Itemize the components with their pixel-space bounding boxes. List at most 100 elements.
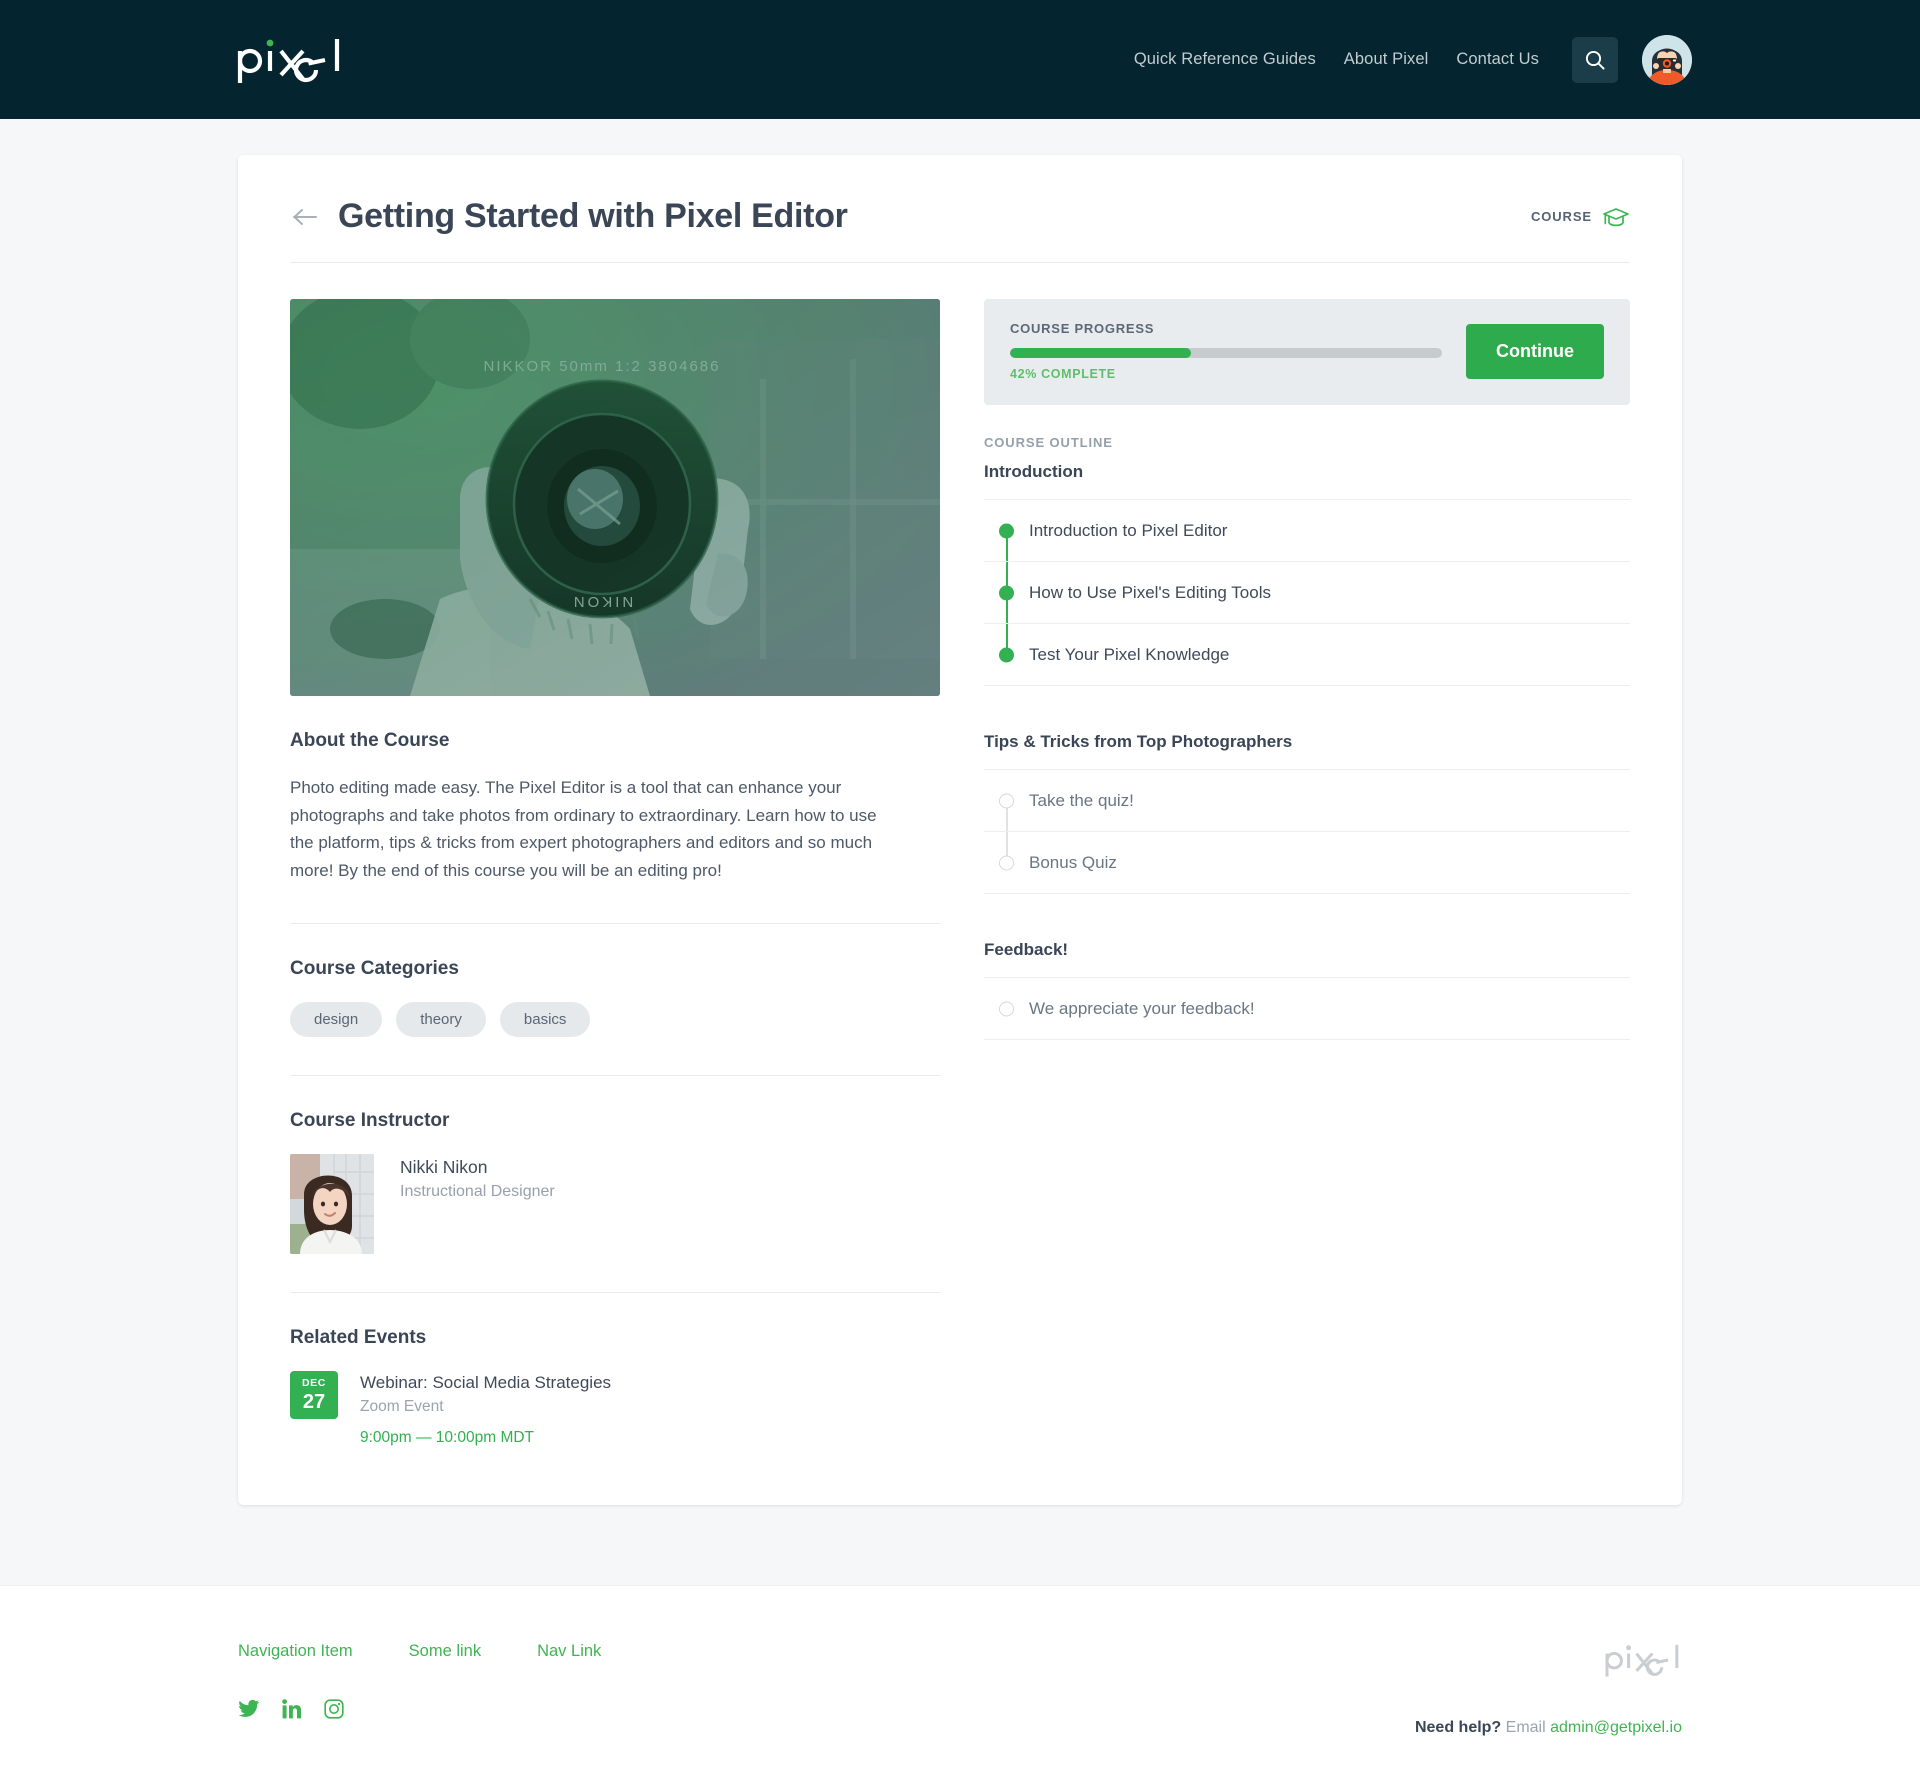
event-time: 9:00pm — 10:00pm MDT xyxy=(360,1428,535,1446)
about-body: Photo editing made easy. The Pixel Edito… xyxy=(290,778,877,881)
left-column: NIKKOR 50mm 1:2 3804686 NIKON xyxy=(290,299,940,1447)
outline-group: Tips & Tricks from Top Photographers Tak… xyxy=(984,732,1630,894)
outline-item-list: Introduction to Pixel Editor How to Use … xyxy=(984,499,1630,686)
outline-node xyxy=(984,832,1026,893)
category-tag-list: design theory basics xyxy=(290,1001,940,1037)
outline-status-dot-incomplete xyxy=(999,1001,1014,1016)
category-tag[interactable]: design xyxy=(290,1001,383,1037)
footer-link-navigation-item[interactable]: Navigation Item xyxy=(238,1642,353,1661)
page-background: Getting Started with Pixel Editor COURSE xyxy=(0,119,1920,1585)
instructor-title: Course Instructor xyxy=(290,1109,450,1131)
need-help-label: Need help? xyxy=(1414,1718,1502,1736)
outline-item-label: How to Use Pixel's Editing Tools xyxy=(1029,582,1271,602)
search-icon xyxy=(1585,50,1605,70)
progress-percent-text: 42% COMPLETE xyxy=(1010,367,1116,381)
course-badge-label: COURSE xyxy=(1530,209,1592,224)
avatar[interactable] xyxy=(1642,34,1692,85)
footer-link-some-link[interactable]: Some link xyxy=(409,1642,481,1661)
instructor-role: Instructional Designer xyxy=(400,1183,555,1201)
outline-item-label: Introduction to Pixel Editor xyxy=(1029,520,1228,540)
events-title: Related Events xyxy=(290,1326,427,1348)
page-title: Getting Started with Pixel Editor xyxy=(338,197,848,235)
outline-item[interactable]: How to Use Pixel's Editing Tools xyxy=(984,562,1630,624)
footer-link-nav-link[interactable]: Nav Link xyxy=(537,1642,601,1661)
course-type-badge: COURSE xyxy=(1531,206,1630,228)
nav-link-quick-reference-guides[interactable]: Quick Reference Guides xyxy=(1134,50,1316,69)
outline-item-label: Bonus Quiz xyxy=(1029,852,1117,872)
avatar-icon xyxy=(1642,34,1692,85)
outline-status-dot-incomplete xyxy=(999,793,1014,808)
outline-status-dot-complete xyxy=(999,647,1014,662)
instructor-card: Nikki Nikon Instructional Designer xyxy=(290,1153,940,1254)
outline-status-dot-incomplete xyxy=(999,855,1014,870)
category-tag[interactable]: theory xyxy=(396,1001,486,1037)
hero-illustration: NIKKOR 50mm 1:2 3804686 NIKON xyxy=(290,299,940,696)
outline-item-list: Take the quiz! Bonus Quiz xyxy=(984,769,1630,894)
need-help-middle: Email xyxy=(1505,1718,1546,1736)
categories-section: Course Categories design theory basics xyxy=(290,924,940,1076)
outline-node xyxy=(984,562,1026,623)
outline-item-label: Take the quiz! xyxy=(1029,790,1134,810)
back-button[interactable] xyxy=(290,202,320,232)
linkedin-icon xyxy=(282,1698,301,1719)
category-tag[interactable]: basics xyxy=(499,1001,591,1037)
brand-logo[interactable] xyxy=(236,35,344,85)
course-hero-image: NIKKOR 50mm 1:2 3804686 NIKON xyxy=(290,299,940,696)
graduation-cap-icon xyxy=(1603,207,1629,226)
progress-info: COURSE PROGRESS 42% COMPLETE xyxy=(1010,321,1442,381)
outline-node xyxy=(984,770,1026,831)
progress-label: COURSE PROGRESS xyxy=(1010,321,1155,336)
about-section: About the Course Photo editing made easy… xyxy=(290,696,940,924)
progress-bar-fill xyxy=(1010,348,1192,358)
outline-item[interactable]: Bonus Quiz xyxy=(984,832,1630,894)
pixel-logo-icon xyxy=(237,38,340,83)
nav-link-about-pixel[interactable]: About Pixel xyxy=(1344,50,1429,69)
outline-item[interactable]: Introduction to Pixel Editor xyxy=(984,500,1630,562)
outline-spacer xyxy=(984,894,1630,940)
instructor-section: Course Instructor Nikki Nikon Instructio… xyxy=(290,1076,940,1293)
course-outline-label: COURSE OUTLINE xyxy=(984,435,1113,450)
card-header: Getting Started with Pixel Editor COURSE xyxy=(290,197,1630,263)
outline-group-title: Introduction xyxy=(984,462,1084,481)
outline-group: Feedback! We appreciate your feedback! xyxy=(984,940,1630,1040)
outline-item[interactable]: Test Your Pixel Knowledge xyxy=(984,624,1630,686)
about-title: About the Course xyxy=(290,730,450,751)
outline-node xyxy=(984,500,1026,561)
nav-link-contact-us[interactable]: Contact Us xyxy=(1456,50,1539,69)
search-button[interactable] xyxy=(1572,36,1618,83)
site-footer: Navigation Item Some link Nav Link Need … xyxy=(0,1584,1920,1765)
logo-dot xyxy=(266,39,274,46)
content-columns: NIKKOR 50mm 1:2 3804686 NIKON xyxy=(290,299,1630,1447)
right-column: COURSE PROGRESS 42% COMPLETE Continue CO… xyxy=(984,299,1630,1447)
linkedin-link[interactable] xyxy=(282,1698,302,1719)
continue-button[interactable]: Continue xyxy=(1466,323,1604,379)
outline-item-list: We appreciate your feedback! xyxy=(984,977,1630,1040)
footer-right: Need help? Email admin@getpixel.io xyxy=(1415,1642,1682,1737)
instagram-link[interactable] xyxy=(324,1699,344,1719)
event-item[interactable]: DEC 27 Webinar: Social Media Strategies … xyxy=(290,1370,940,1447)
event-info: Webinar: Social Media Strategies Zoom Ev… xyxy=(360,1371,611,1447)
header-nav: Quick Reference Guides About Pixel Conta… xyxy=(1134,34,1920,85)
course-card: Getting Started with Pixel Editor COURSE xyxy=(238,155,1682,1505)
events-section: Related Events DEC 27 Webinar: Social Me… xyxy=(290,1293,940,1447)
event-month: DEC xyxy=(302,1377,326,1390)
progress-bar xyxy=(1010,348,1442,358)
footer-inner: Navigation Item Some link Nav Link Need … xyxy=(238,1642,1682,1736)
pixel-logo-footer-icon xyxy=(1605,1644,1679,1677)
outline-node xyxy=(984,978,1026,1039)
support-email-link[interactable]: admin@getpixel.io xyxy=(1550,1719,1682,1736)
outline-spacer xyxy=(984,686,1630,732)
outline-node xyxy=(984,624,1026,685)
twitter-link[interactable] xyxy=(238,1699,260,1719)
course-progress-panel: COURSE PROGRESS 42% COMPLETE Continue xyxy=(984,299,1630,405)
categories-title: Course Categories xyxy=(290,957,459,979)
arrow-left-icon xyxy=(293,208,317,225)
event-date-badge: DEC 27 xyxy=(290,1370,338,1419)
outline-item[interactable]: We appreciate your feedback! xyxy=(984,978,1630,1040)
instructor-info: Nikki Nikon Instructional Designer xyxy=(400,1154,555,1203)
site-header: Quick Reference Guides About Pixel Conta… xyxy=(0,0,1920,119)
outline-item[interactable]: Take the quiz! xyxy=(984,770,1630,832)
instructor-portrait-icon xyxy=(290,1153,374,1254)
instructor-avatar xyxy=(290,1153,374,1254)
event-title[interactable]: Webinar: Social Media Strategies xyxy=(360,1371,611,1396)
